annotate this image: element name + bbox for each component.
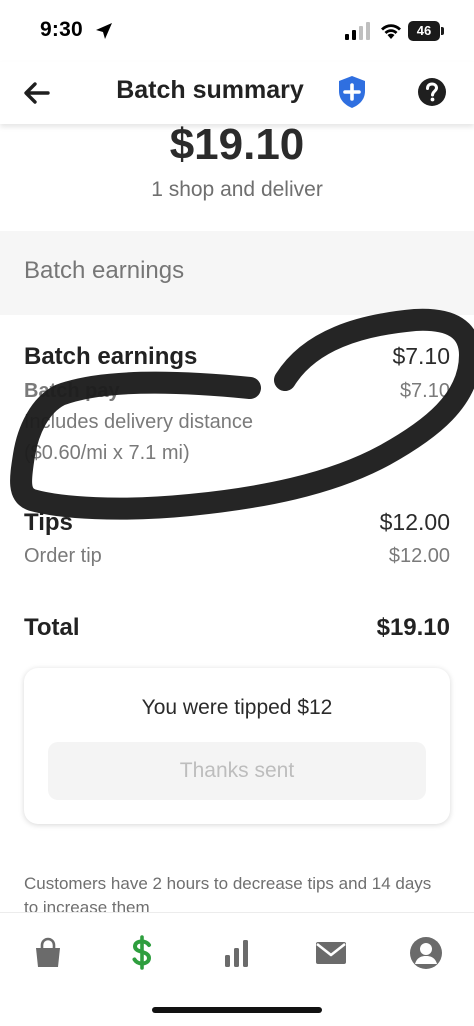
total-row: Total $19.10 bbox=[24, 614, 450, 646]
batch-earnings-row: Batch earnings $7.10 bbox=[24, 343, 450, 375]
tips-label: Tips bbox=[24, 509, 73, 536]
location-arrow-icon bbox=[96, 23, 112, 39]
batch-earnings-value: $7.10 bbox=[392, 343, 450, 369]
profile-icon[interactable] bbox=[406, 933, 446, 973]
safety-shield-icon[interactable] bbox=[336, 74, 368, 110]
battery-tip bbox=[441, 27, 444, 35]
total-label: Total bbox=[24, 614, 80, 641]
section-header: Batch earnings bbox=[0, 231, 474, 315]
batch-earnings-label: Batch earnings bbox=[24, 343, 198, 370]
batch-pay-row: Batch pay $7.10 bbox=[24, 380, 450, 406]
thanks-sent-button[interactable]: Thanks sent bbox=[48, 742, 426, 800]
bar-chart-icon[interactable] bbox=[216, 933, 256, 973]
order-tip-row: Order tip $12.00 bbox=[24, 545, 450, 571]
batch-subtitle: 1 shop and deliver bbox=[151, 178, 323, 201]
help-icon[interactable] bbox=[416, 76, 448, 108]
batch-total-amount: $19.10 bbox=[169, 120, 305, 169]
home-indicator bbox=[152, 1007, 322, 1013]
battery-indicator: 46 bbox=[408, 21, 440, 41]
shopping-bag-icon[interactable] bbox=[28, 933, 68, 973]
tip-policy-footnote: Customers have 2 hours to decrease tips … bbox=[24, 874, 432, 914]
distance-note: Includes delivery distance bbox=[24, 411, 254, 433]
tips-value: $12.00 bbox=[379, 509, 450, 535]
dollar-icon[interactable] bbox=[122, 933, 162, 973]
status-time: 9:30 bbox=[40, 18, 83, 41]
distance-note-row: Includes delivery distance bbox=[24, 411, 450, 437]
wifi-icon bbox=[381, 24, 401, 39]
tip-message: You were tipped $12 bbox=[141, 696, 333, 719]
tip-card: You were tipped $12 Thanks sent bbox=[24, 668, 450, 824]
distance-rate-row: ($0.60/mi x 7.1 mi) bbox=[24, 442, 450, 468]
batch-pay-label: Batch pay bbox=[24, 380, 120, 402]
cellular-signal-icon bbox=[345, 22, 370, 40]
total-value: $19.10 bbox=[376, 614, 450, 641]
mail-icon[interactable] bbox=[311, 933, 351, 973]
order-tip-label: Order tip bbox=[24, 545, 102, 567]
section-title: Batch earnings bbox=[24, 257, 185, 284]
batch-pay-value: $7.10 bbox=[399, 380, 450, 402]
order-tip-value: $12.00 bbox=[388, 545, 450, 567]
bottom-navigation bbox=[0, 912, 474, 1026]
tips-row: Tips $12.00 bbox=[24, 509, 450, 541]
distance-rate: ($0.60/mi x 7.1 mi) bbox=[24, 442, 190, 464]
status-bar: 9:30 46 bbox=[0, 0, 474, 62]
app-header: Batch summary bbox=[0, 62, 474, 124]
batch-summary-screen: 9:30 46 Batch summary $19.10 1 shop and … bbox=[0, 0, 474, 1026]
